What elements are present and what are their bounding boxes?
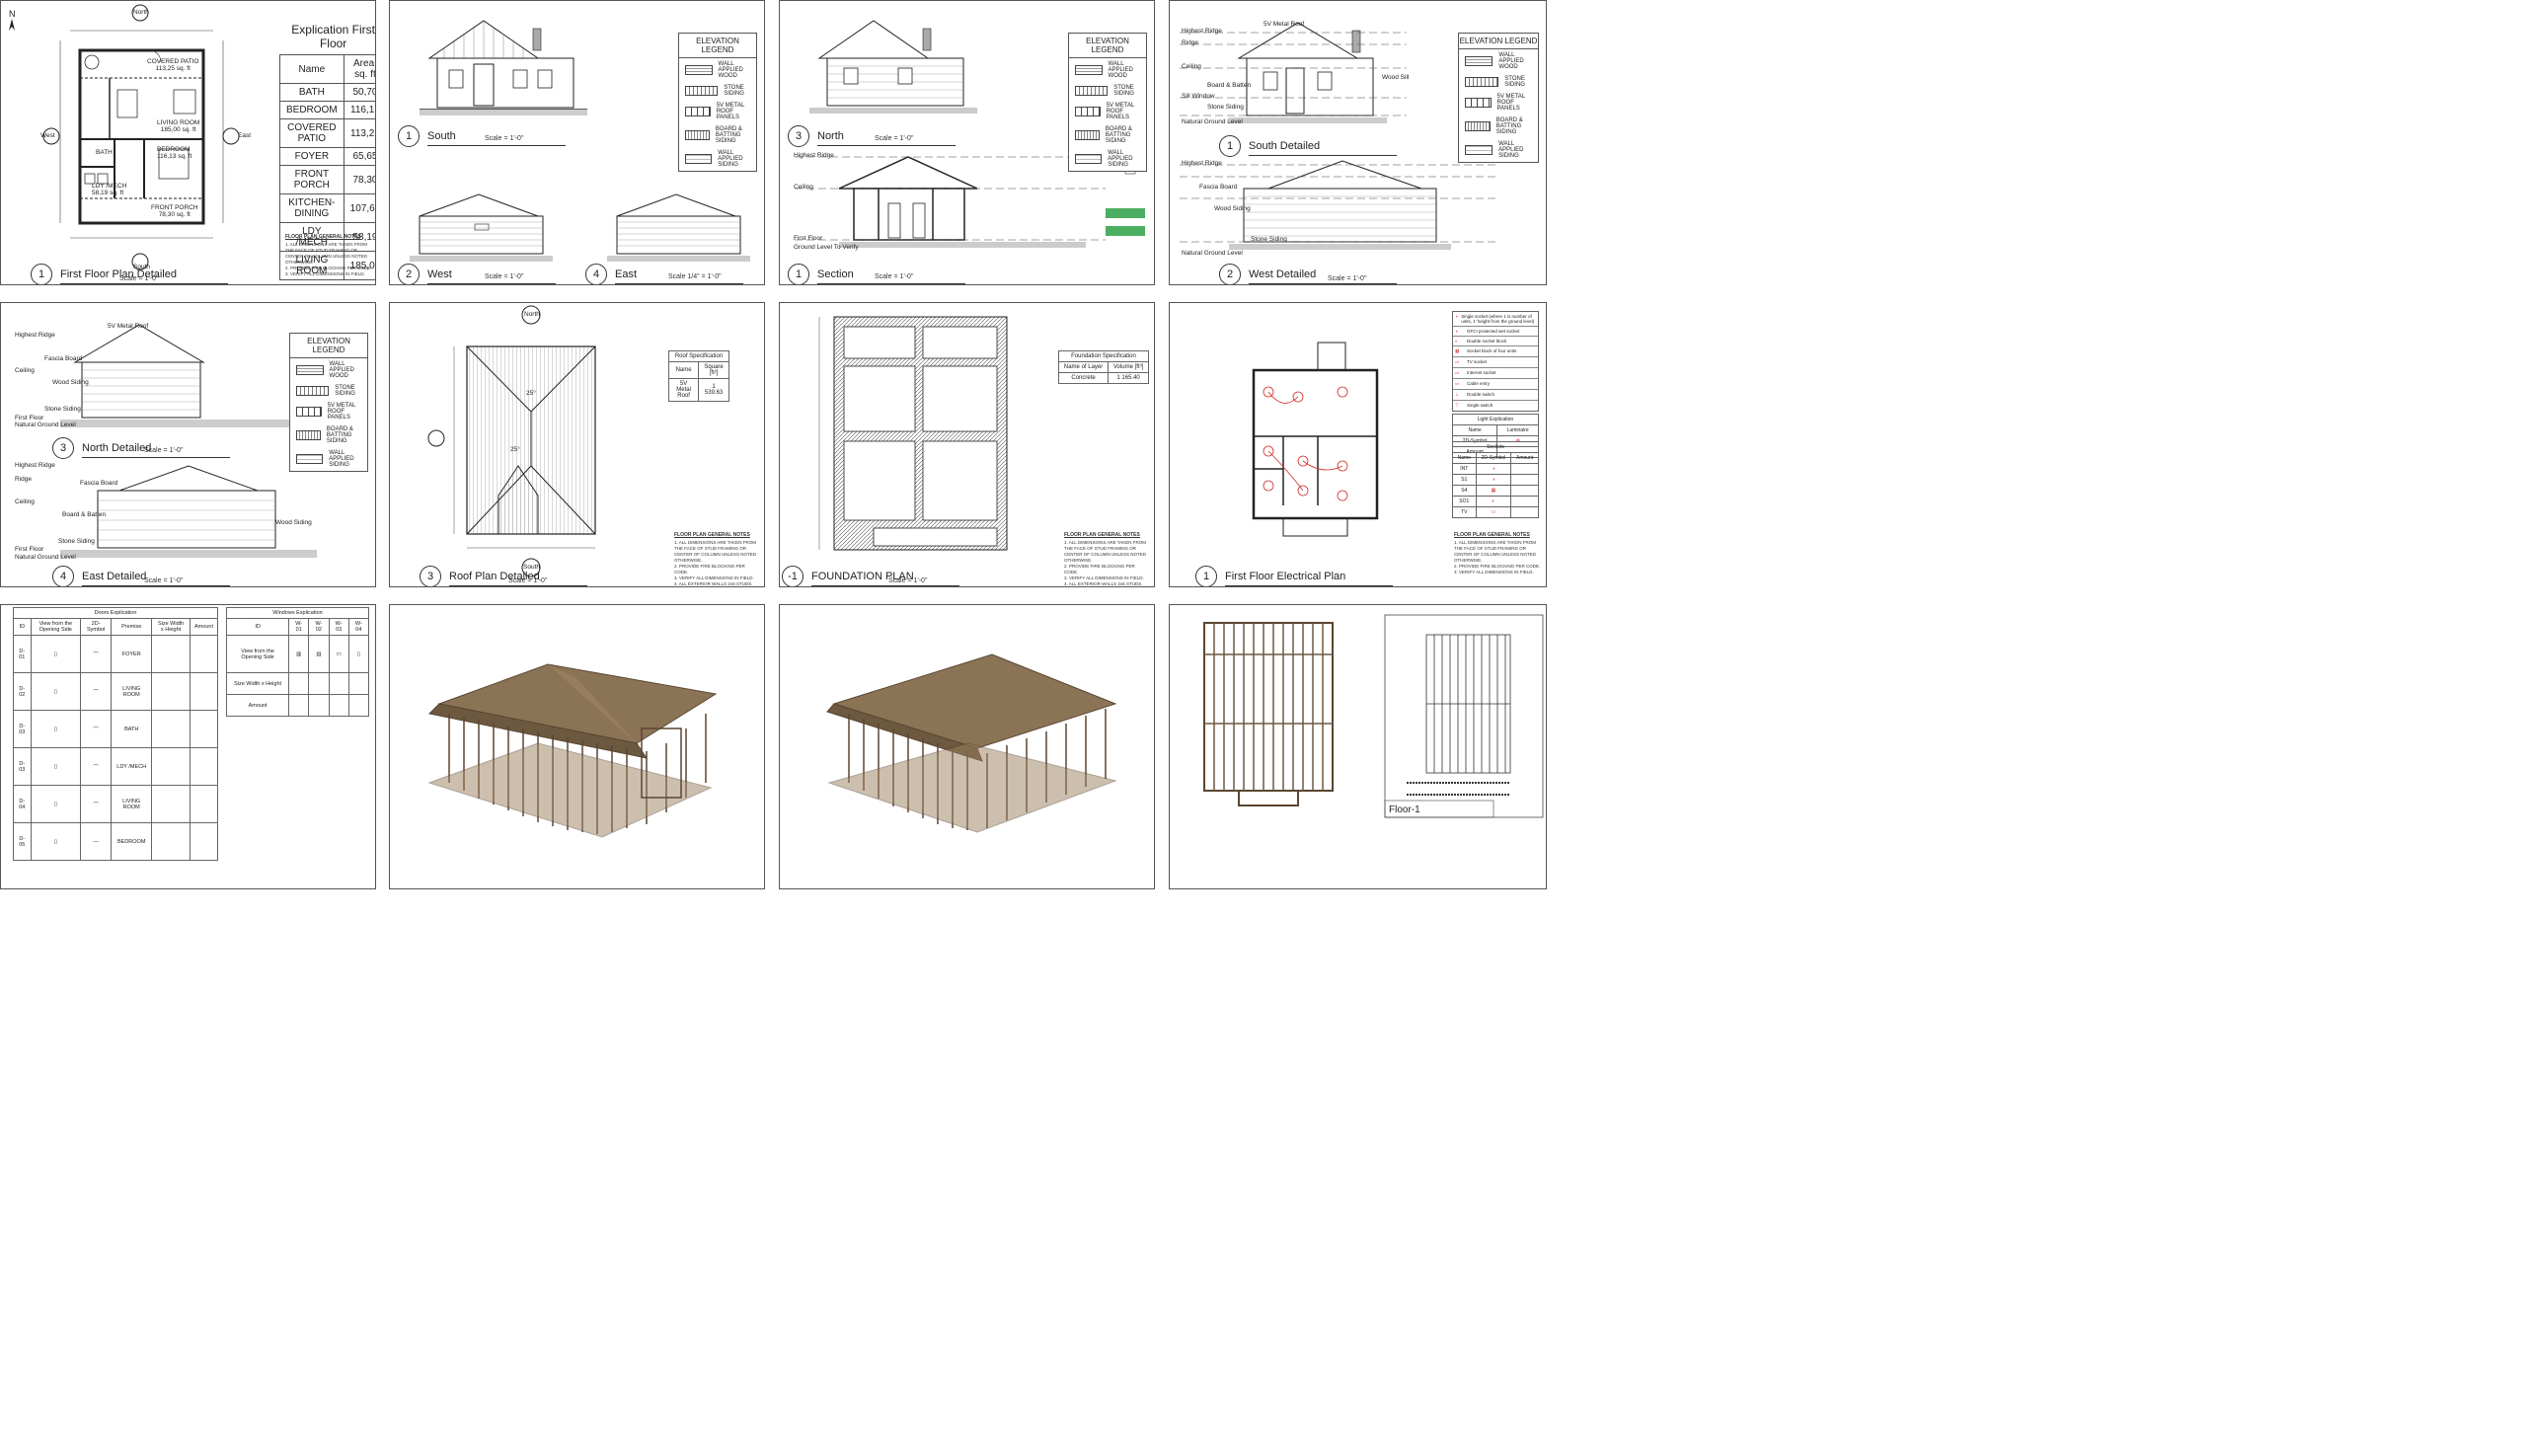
table-row: D-03 ▯ ⌒ LDY /MECH (13, 747, 218, 786)
table-row: D-01 ▯ ⌒ FOYER (13, 635, 218, 673)
table-row: KITCHEN-DINING107,61 (279, 193, 375, 223)
room-covered-patio: COVERED PATIO 113,25 sq. ft (147, 58, 199, 72)
room-ldy-mech: LDY /MECH 58,19 sq. ft (92, 183, 127, 196)
elevation-legend: ELEVATION LEGEND WALL APPLIED WOOD STONE… (1458, 33, 1539, 163)
elevation-legend: ELEVATION LEGEND WALL APPLIED WOOD STONE… (289, 333, 368, 472)
elevation-legend: ELEVATION LEGEND WALL APPLIED WOOD STONE… (678, 33, 757, 172)
sheet-doors-windows[interactable]: Doors Explication ID View from the Openin… (0, 604, 376, 889)
table-row: COVERED PATIO113,25 (279, 118, 375, 148)
view-caption-north-detailed: 3 North Detailed (52, 437, 230, 459)
table-row: Size Width x Height (225, 672, 370, 695)
table-row: 5V Metal Roof 1 539.63 (667, 378, 729, 402)
roof-spec-table: Roof Specification Name Square [ft²] 5V M… (667, 350, 729, 402)
table-row: INT ◑ (1452, 463, 1539, 475)
view-caption-west-detailed: 2 West Detailed (1219, 264, 1397, 284)
table-row: S1 ◑ (1452, 474, 1539, 486)
doors-table: Doors Explication ID View from the Openin… (13, 607, 218, 861)
electrical-legend: ◑ Single socket (where 1 is number of uni… (1452, 311, 1539, 412)
compass-north: North (133, 9, 149, 16)
compass-west: West (40, 132, 55, 139)
compass-north: North (524, 311, 540, 318)
sheet-3d-frame-1[interactable] (389, 604, 765, 889)
sheet-roof-plan[interactable]: North South 25° 25° Roof Specification N… (389, 302, 765, 587)
sheet-north-east-detailed[interactable]: ELEVATION LEGEND WALL APPLIED WOOD STONE… (0, 302, 376, 587)
room-living: LIVING ROOM 185,00 sq. ft (157, 119, 200, 133)
general-notes: FLOOR PLAN GENERAL NOTES 1. ALL DIMENSIO… (1064, 532, 1147, 586)
sheet-framing-plan[interactable]: Floor-1 (1169, 604, 1547, 889)
windows-table: Windows Explication ID W-01 W-02 W-03 W-04 V… (225, 607, 370, 717)
room-bedroom: BEDROOM 116,13 sq. ft (157, 146, 192, 160)
room-bath: BATH (96, 149, 113, 156)
sheet-electrical[interactable]: ◑ Single socket (where 1 is number of uni… (1169, 302, 1547, 587)
sockets-table: Sockets Name 2D-Symbol Amount INT ◑ S1 ◑ S4 ▦… (1452, 441, 1539, 518)
elevation-legend: ELEVATION LEGEND WALL APPLIED WOOD STONE… (1068, 33, 1147, 172)
view-caption-north: 3 North (788, 125, 956, 147)
general-notes: FLOOR PLAN GENERAL NOTES 1. ALL DIMENSIO… (285, 234, 372, 276)
compass-east: East (238, 132, 252, 139)
roof-slope: 25° (526, 390, 536, 397)
table-row: BEDROOM116,13 (279, 101, 375, 119)
table-row: D-05 ▯ — BEDROOM (13, 822, 218, 861)
table-row: D-04 ▯ ⌒ LIVING ROOM (13, 785, 218, 823)
table-row: Amount (225, 694, 370, 717)
framing-plan-drawing (1203, 614, 1544, 818)
table-row: TV ▭ (1452, 506, 1539, 518)
view-caption-south-detailed: 1 South Detailed (1219, 135, 1397, 157)
table-row: FOYER 65,65 (279, 147, 375, 166)
sheet-elevations-1[interactable]: ELEVATION LEGEND WALL APPLIED WOOD STONE… (389, 0, 765, 285)
sheet-north-section[interactable]: ELEVATION LEGEND WALL APPLIED WOOD STONE… (779, 0, 1155, 285)
view-caption-west: 2 West (398, 264, 556, 284)
sheet-foundation[interactable]: Foundation Specification Name of Layer Vo… (779, 302, 1155, 587)
table-row: S4 ▦ (1452, 485, 1539, 497)
view-caption-foundation: -1 FOUNDATION PLAN (782, 566, 959, 586)
framing-3d-view (427, 663, 718, 838)
sheet-floor-plan[interactable]: N North South West East COVERED PATIO 11… (0, 0, 376, 285)
view-caption-roof: 3 Roof Plan Detailed (420, 566, 587, 586)
table-row: View from the Opening Side ▥ ▥ ▭ ▯ (225, 635, 370, 673)
table-row: Concrete 1 165.40 (1057, 372, 1149, 384)
table-row: SO1 ◐ (1452, 496, 1539, 507)
framing-3d-view (826, 653, 1117, 833)
room-front-porch: FRONT PORCH 78,30 sq. ft (151, 204, 198, 218)
sheet-3d-frame-2[interactable] (779, 604, 1155, 889)
view-caption-electrical: 1 First Floor Electrical Plan (1195, 566, 1393, 586)
table-row: D-03 ▯ ⌒ BATH (13, 710, 218, 748)
table-row: FRONT PORCH 78,30 (279, 165, 375, 194)
view-caption-east-detailed: 4 East Detailed (52, 566, 230, 586)
sheet-south-west-detailed[interactable]: ELEVATION LEGEND WALL APPLIED WOOD STONE… (1169, 0, 1547, 285)
view-caption-south: 1 South (398, 125, 566, 147)
framing-sheet-title: Floor-1 (1389, 805, 1420, 815)
foundation-spec-table: Foundation Specification Name of Layer Vo… (1057, 350, 1149, 384)
general-notes: FLOOR PLAN GENERAL NOTES 1. ALL DIMENSIO… (674, 532, 757, 586)
scale-text: Scale = 1'-0" (119, 275, 159, 282)
roof-slope: 25° (510, 446, 520, 453)
table-row: BATH 50,70 (279, 83, 375, 102)
general-notes: FLOOR PLAN GENERAL NOTES 1. ALL DIMENSIO… (1454, 532, 1541, 575)
table-row: D-02 ▯ ⌒ LIVING ROOM (13, 672, 218, 711)
explication-title: Explication First Floor (291, 23, 375, 50)
